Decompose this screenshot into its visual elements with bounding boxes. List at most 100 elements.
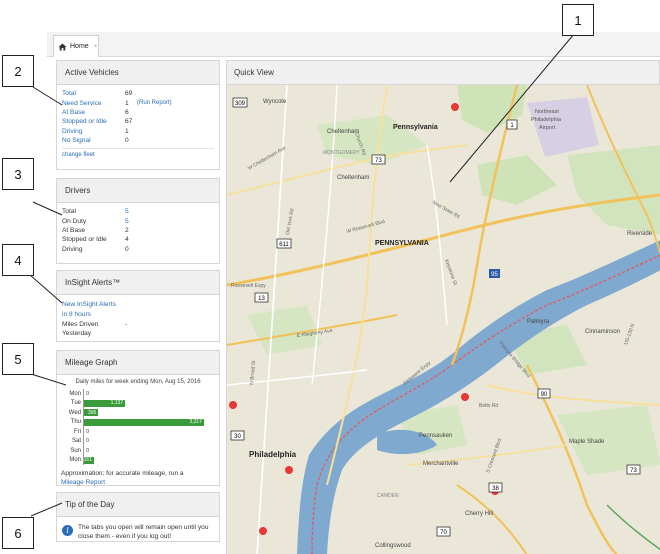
callout-1: 1 bbox=[562, 4, 594, 36]
av-row-at-base: At Base 6 bbox=[62, 108, 214, 117]
change-fleet-link[interactable]: change fleet bbox=[62, 152, 95, 158]
insight-alerts-row-2: in 8 hours bbox=[62, 309, 214, 318]
route-shield-95: 95 bbox=[491, 272, 498, 278]
drivers-at-base-value: 2 bbox=[125, 226, 129, 234]
mileage-bar-row: Sun 0 bbox=[61, 446, 215, 456]
av-total-link[interactable]: Total bbox=[62, 90, 125, 97]
map-label-cherry-hill: Cherry Hill bbox=[465, 511, 493, 517]
mileage-graph-title: Mileage Graph bbox=[57, 351, 219, 375]
map-label-pennsauken: Pennsauken bbox=[419, 433, 452, 439]
drivers-on-duty-value[interactable]: 5 bbox=[125, 218, 137, 225]
map-label-maple-shade: Maple Shade bbox=[569, 439, 605, 445]
av-row-stopped: Stopped or Idle 67 bbox=[62, 117, 214, 126]
mileage-note: Approximation; for accurate mileage, run… bbox=[61, 470, 184, 477]
mileage-bar: 161 bbox=[83, 456, 94, 464]
av-row-total: Total 69 bbox=[62, 89, 214, 98]
av-no-signal-link[interactable]: No Signal bbox=[62, 137, 125, 144]
tip-of-day-title: Tip of the Day bbox=[57, 493, 219, 517]
route-shield-73b: 73 bbox=[630, 468, 637, 474]
av-need-service-link[interactable]: Need Service bbox=[62, 100, 125, 107]
av-driving-value: 1 bbox=[125, 127, 129, 135]
av-at-base-link[interactable]: At Base bbox=[62, 109, 125, 116]
vehicle-marker[interactable] bbox=[285, 466, 293, 474]
mileage-day-label: Sat bbox=[61, 436, 84, 446]
home-icon bbox=[58, 43, 67, 50]
drivers-driving-value: 0 bbox=[125, 245, 129, 253]
map-label-merchantville: Merchantville bbox=[423, 461, 459, 467]
mileage-bar: 1,137 bbox=[84, 399, 126, 407]
route-shield-70: 70 bbox=[440, 530, 447, 536]
vehicle-marker[interactable] bbox=[259, 527, 267, 535]
av-row-need-service: Need Service 1 (Run Report) bbox=[62, 98, 214, 107]
mileage-bar-value: 161 bbox=[83, 457, 92, 464]
mileage-day-label: Thu bbox=[61, 417, 84, 427]
tab-home[interactable]: Home × bbox=[53, 35, 99, 57]
av-stopped-value: 67 bbox=[125, 118, 133, 126]
map-label-wyncote: Wyncote bbox=[263, 99, 287, 105]
drivers-total-value[interactable]: 5 bbox=[125, 208, 137, 215]
drivers-row-at-base: At Base 2 bbox=[62, 226, 214, 235]
drivers-panel: Drivers Total 5 On Duty 5 At Base 2 Stop… bbox=[56, 178, 220, 264]
drivers-title: Drivers bbox=[57, 179, 219, 203]
map-label-palmyra: Palmyra bbox=[527, 319, 550, 325]
drivers-stopped-value: 4 bbox=[125, 236, 129, 244]
mileage-bar-value: 0 bbox=[86, 428, 90, 435]
insight-alerts-row: New InSight Alerts bbox=[62, 300, 214, 309]
active-vehicles-title: Active Vehicles bbox=[57, 61, 219, 85]
tip-text: The tabs you open will remain open until… bbox=[78, 524, 209, 540]
miles-driven-value: - bbox=[125, 320, 128, 328]
av-driving-link[interactable]: Driving bbox=[62, 128, 125, 135]
mileage-bar-row: Sat 0 bbox=[61, 436, 215, 446]
tab-close-icon[interactable]: × bbox=[94, 44, 98, 50]
new-insight-alerts-link[interactable]: New InSight Alerts bbox=[62, 301, 116, 308]
run-report-link[interactable]: (Run Report) bbox=[137, 100, 172, 106]
map-view[interactable]: 309 73 1 611 13 95 90 30 38 70 73 Wyncot… bbox=[227, 85, 660, 554]
mileage-bar-value: 3,317 bbox=[189, 419, 202, 426]
mileage-day-label: Sun bbox=[61, 446, 84, 456]
mileage-day-label: Mon bbox=[61, 389, 84, 399]
map-label-roosevelt-expy: Roosevelt Expy bbox=[231, 283, 266, 289]
mileage-day-label: Wed bbox=[61, 408, 84, 418]
mileage-bar: 3,317 bbox=[84, 418, 204, 426]
mileage-bar-value: 395 bbox=[87, 409, 97, 416]
av-no-signal-value: 0 bbox=[125, 137, 129, 145]
map-label-philadelphia: Philadelphia bbox=[249, 450, 297, 459]
map-label-montgomery: MONTGOMERY bbox=[323, 150, 361, 156]
insight-alerts-panel: InSight Alerts™ New InSight Alerts in 8 … bbox=[56, 270, 220, 342]
map-label-camden: CAMDEN bbox=[377, 493, 399, 499]
route-shield-73: 73 bbox=[375, 158, 382, 164]
insight-alerts-hours-link[interactable]: in 8 hours bbox=[62, 311, 91, 318]
callout-3: 3 bbox=[2, 158, 34, 190]
map-label-collingswood: Collingswood bbox=[375, 543, 411, 549]
drivers-row-stopped: Stopped or Idle 4 bbox=[62, 235, 214, 244]
map-label-riverside: Riverside bbox=[627, 231, 653, 237]
vehicle-marker[interactable] bbox=[229, 401, 237, 409]
route-shield-611: 611 bbox=[279, 242, 289, 248]
route-shield-13: 13 bbox=[258, 296, 265, 302]
map-label-cheltenham-2: Cheltenham bbox=[337, 175, 369, 181]
map-label-pennsylvania: Pennsylvania bbox=[393, 124, 438, 131]
mileage-day-label: Fri bbox=[61, 427, 84, 437]
vehicle-marker[interactable] bbox=[461, 393, 469, 401]
av-total-value: 69 bbox=[125, 90, 133, 98]
mileage-bar-value: 0 bbox=[86, 390, 90, 397]
map-label-pennsylvania-state: PENNSYLVANIA bbox=[375, 240, 429, 247]
vehicle-marker[interactable] bbox=[451, 103, 459, 111]
mileage-bar-row: Thu 3,317 bbox=[61, 417, 215, 427]
route-shield-309: 309 bbox=[235, 101, 246, 107]
route-shield-30: 30 bbox=[234, 434, 241, 440]
mileage-report-link[interactable]: Mileage Report bbox=[61, 478, 215, 487]
av-stopped-link[interactable]: Stopped or Idle bbox=[62, 118, 125, 125]
drivers-driving-label: Driving bbox=[62, 245, 83, 253]
mileage-day-label: Tue bbox=[61, 398, 84, 408]
drivers-stopped-label: Stopped or Idle bbox=[62, 236, 107, 244]
drivers-total-label: Total bbox=[62, 208, 76, 216]
mileage-bar-row: Tue 1,137 bbox=[61, 398, 215, 408]
drivers-row-driving: Driving 0 bbox=[62, 245, 214, 254]
mileage-graph-panel: Mileage Graph Daily miles for week endin… bbox=[56, 350, 220, 486]
mileage-bar-row: Mon 0 bbox=[61, 389, 215, 399]
miles-driven-row-2: Yesterday bbox=[62, 329, 214, 338]
drivers-row-on-duty: On Duty 5 bbox=[62, 216, 214, 225]
miles-driven-row: Miles Driven - bbox=[62, 320, 214, 329]
callout-6: 6 bbox=[2, 517, 34, 549]
